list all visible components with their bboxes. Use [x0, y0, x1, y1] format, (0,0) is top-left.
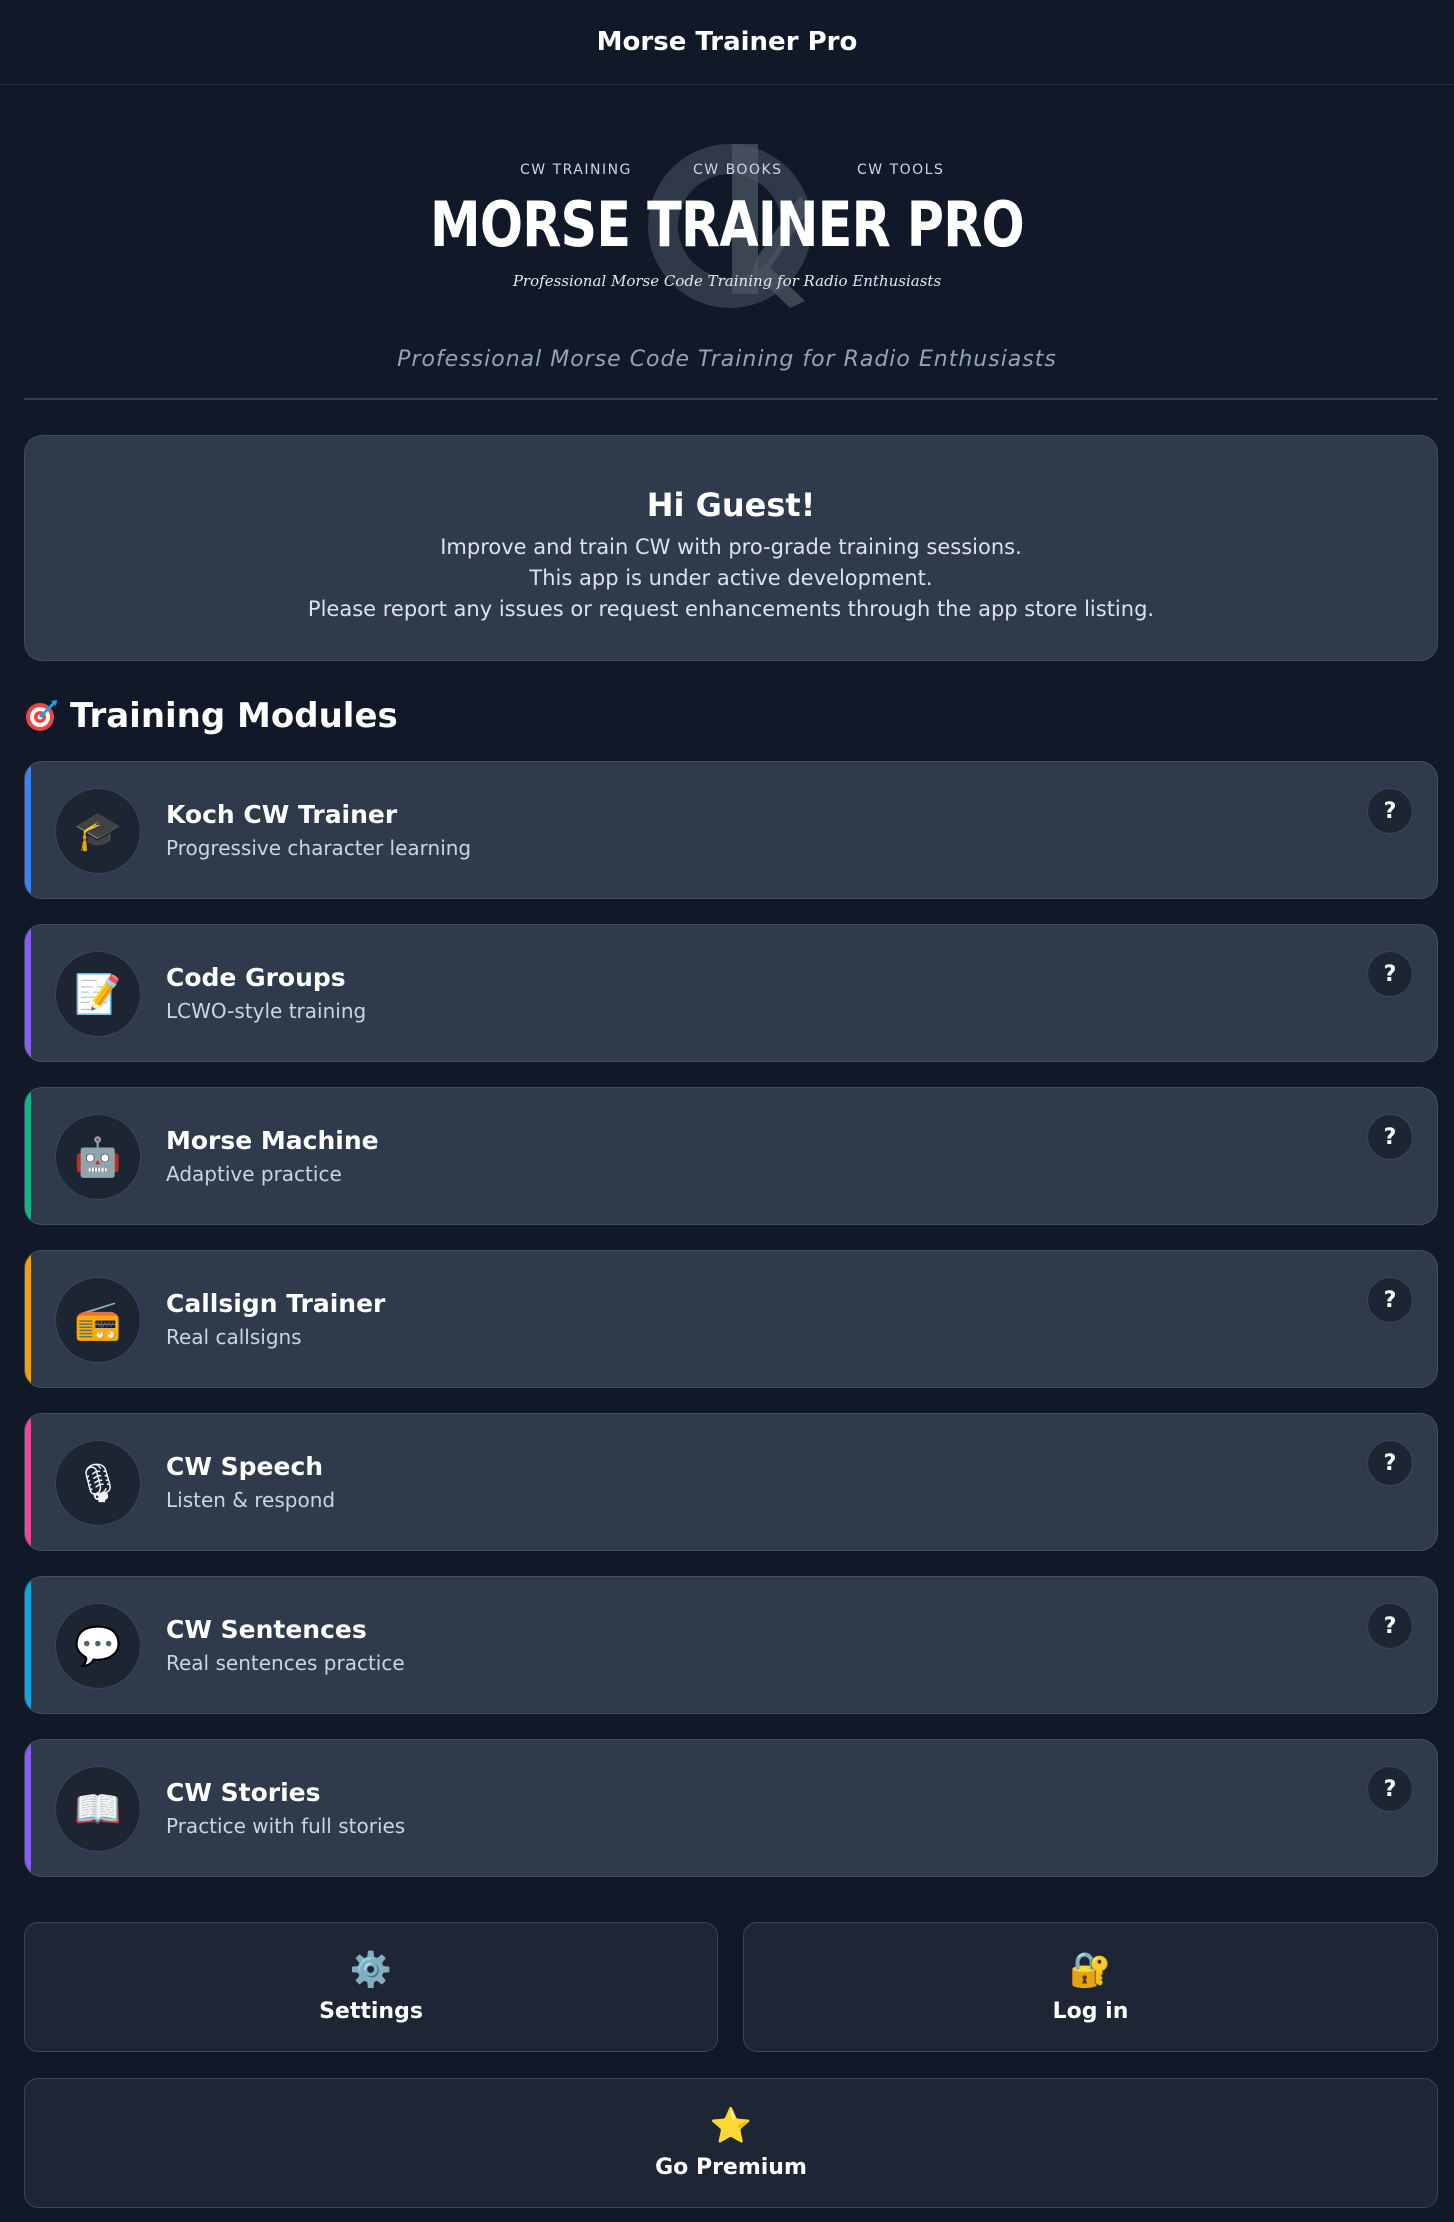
star-icon: ⭐	[709, 2105, 753, 2146]
divider	[24, 398, 1438, 400]
page-subtitle: Professional Morse Code Training for Rad…	[397, 347, 1057, 372]
help-button[interactable]: ?	[1367, 1603, 1413, 1649]
gear-icon: ⚙️	[349, 1949, 393, 1990]
module-subtitle: Practice with full stories	[166, 1814, 406, 1838]
section-heading: Training Modules	[24, 692, 398, 740]
module-subtitle: Real sentences practice	[166, 1651, 405, 1675]
login-label: Log in	[1052, 1998, 1129, 2024]
graduation-cap-icon: 🎓	[55, 788, 141, 874]
settings-label: Settings	[319, 1998, 423, 2024]
help-button[interactable]: ?	[1367, 951, 1413, 997]
logo-wordmark: MORSE TRAINER PRO	[430, 188, 1025, 261]
module-accent	[25, 1251, 31, 1387]
module-subtitle: Real callsigns	[166, 1325, 302, 1349]
module-subtitle: LCWO-style training	[166, 999, 367, 1023]
welcome-card: Hi Guest! Improve and train CW with pro-…	[24, 435, 1438, 661]
module-callsign-trainer[interactable]: 📻 Callsign Trainer Real callsigns ?	[24, 1250, 1438, 1388]
robot-icon: 🤖	[55, 1114, 141, 1200]
help-button[interactable]: ?	[1367, 1277, 1413, 1323]
module-accent	[25, 1414, 31, 1550]
lock-key-icon: 🔐	[1069, 1949, 1112, 1990]
module-cw-stories[interactable]: 📖 CW Stories Practice with full stories …	[24, 1739, 1438, 1877]
module-subtitle: Listen & respond	[166, 1488, 336, 1512]
settings-button[interactable]: ⚙️ Settings	[24, 1922, 718, 2052]
welcome-line: Please report any issues or request enha…	[307, 597, 1155, 621]
module-title: Koch CW Trainer	[166, 800, 398, 829]
memo-icon: 📝	[55, 951, 141, 1037]
welcome-title: Hi Guest!	[646, 486, 816, 524]
module-accent	[25, 925, 31, 1061]
module-accent	[25, 762, 31, 898]
open-book-icon: 📖	[55, 1766, 141, 1852]
module-title: CW Speech	[166, 1452, 324, 1481]
section-title: Training Modules	[70, 696, 398, 736]
module-morse-machine[interactable]: 🤖 Morse Machine Adaptive practice ?	[24, 1087, 1438, 1225]
logo-nav-books: CW BOOKS	[693, 162, 783, 178]
welcome-line: Improve and train CW with pro-grade trai…	[440, 535, 1022, 559]
module-title: CW Stories	[166, 1778, 321, 1807]
go-premium-button[interactable]: ⭐ Go Premium	[24, 2078, 1438, 2208]
help-button[interactable]: ?	[1367, 788, 1413, 834]
help-button[interactable]: ?	[1367, 1114, 1413, 1160]
target-icon	[26, 700, 57, 731]
logo-nav-tools: CW TOOLS	[857, 162, 945, 178]
module-title: Morse Machine	[166, 1126, 379, 1155]
module-title: Code Groups	[166, 963, 346, 992]
app-title: Morse Trainer Pro	[596, 27, 858, 57]
module-title: Callsign Trainer	[166, 1289, 386, 1318]
welcome-line: This app is under active development.	[529, 566, 933, 590]
module-code-groups[interactable]: 📝 Code Groups LCWO-style training ?	[24, 924, 1438, 1062]
module-subtitle: Adaptive practice	[166, 1162, 342, 1186]
top-bar: Morse Trainer Pro	[0, 0, 1454, 85]
module-accent	[25, 1740, 31, 1876]
module-accent	[25, 1088, 31, 1224]
module-cw-sentences[interactable]: 💬 CW Sentences Real sentences practice ?	[24, 1576, 1438, 1714]
speech-bubble-icon: 💬	[55, 1603, 141, 1689]
radio-icon: 📻	[55, 1277, 141, 1363]
help-button[interactable]: ?	[1367, 1766, 1413, 1812]
module-cw-speech[interactable]: 🎙 CW Speech Listen & respond ?	[24, 1413, 1438, 1551]
module-koch-cw-trainer[interactable]: 🎓 Koch CW Trainer Progressive character …	[24, 761, 1438, 899]
module-title: CW Sentences	[166, 1615, 367, 1644]
go-premium-label: Go Premium	[655, 2154, 807, 2180]
module-accent	[25, 1577, 31, 1713]
microphone-icon: 🎙	[55, 1440, 141, 1526]
logo: CW TRAINING CW BOOKS CW TOOLS MORSE TRAI…	[0, 130, 1454, 308]
login-button[interactable]: 🔐 Log in	[743, 1922, 1438, 2052]
logo-tagline: Professional Morse Code Training for Rad…	[512, 272, 942, 290]
logo-nav-training: CW TRAINING	[520, 162, 632, 178]
module-subtitle: Progressive character learning	[166, 836, 472, 860]
help-button[interactable]: ?	[1367, 1440, 1413, 1486]
